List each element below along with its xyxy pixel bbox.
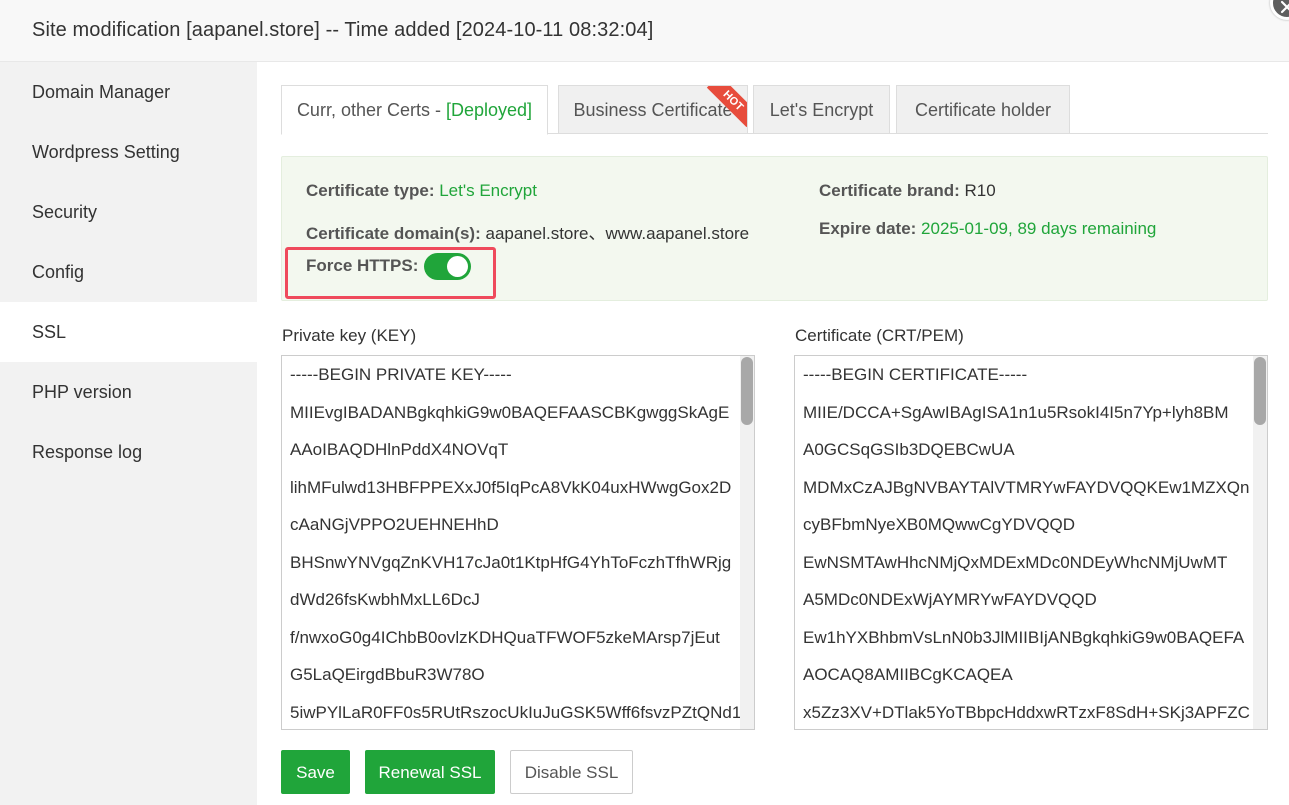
key-line: lihMFulwd13HBFPPEXxJ0f5IqPcA8VkK04uxHWwg…: [290, 477, 732, 497]
crt-line: A5MDc0NDExWjAYMRYwFAYDVQQD: [803, 590, 1097, 609]
certificate-textarea[interactable]: -----BEGIN CERTIFICATE----- MIIE/DCCA+Sg…: [794, 355, 1268, 730]
crt-line: -----BEGIN CERTIFICATE-----: [803, 365, 1028, 384]
key-line: f/nwxoG0g4IChbB0ovlzKDHQuaTFWOF5zkeMArsp…: [290, 627, 720, 647]
crt-line: Ew1hYXBhbmVsLnN0b3JlMIIBIjANBgkqhkiG9w0B…: [803, 627, 1245, 647]
certificate-brand: Certificate brand: R10: [819, 181, 996, 201]
key-line: -----BEGIN PRIVATE KEY-----: [290, 365, 512, 384]
sidebar-item-config[interactable]: Config: [0, 242, 257, 302]
private-key-textarea[interactable]: -----BEGIN PRIVATE KEY----- MIIEvgIBADAN…: [281, 355, 755, 730]
key-line: AAoIBAQDHlnPddX4NOVqT: [290, 440, 509, 459]
site-modification-dialog: Site modification [aapanel.store] -- Tim…: [0, 0, 1289, 805]
crt-line: AOCAQ8AMIIBCgKCAQEA: [803, 665, 1013, 684]
expire-date-value: 2025-01-09, 89 days remaining: [921, 219, 1157, 238]
certificate-label: Certificate (CRT/PEM): [795, 326, 964, 345]
key-line: BHSnwYNVgqZnKVH17cJa0t1KtpHfG4YhToFczhTf…: [290, 552, 732, 572]
key-line: dWd26fsKwbhMxLL6DcJ: [290, 590, 480, 609]
key-scrollbar-thumb[interactable]: [741, 357, 753, 425]
private-key-label: Private key (KEY): [282, 326, 417, 345]
dialog-titlebar: Site modification [aapanel.store] -- Tim…: [0, 0, 1289, 62]
dialog-title: Site modification [aapanel.store] -- Tim…: [32, 19, 654, 41]
expire-date-label: Expire date:: [819, 219, 917, 238]
crt-line: x5Zz3XV+DTlak5YoTBbpcHddxwRTzxF8SdH+SKj3…: [803, 702, 1250, 722]
certificate-brand-value: R10: [964, 181, 996, 200]
tab-lets-encrypt[interactable]: Let's Encrypt: [753, 85, 890, 134]
ssl-tabs: Curr, other Certs - [Deployed] Business …: [281, 84, 1268, 135]
sidebar: Domain Manager Wordpress Setting Securit…: [0, 62, 257, 805]
force-https-highlight: [285, 247, 496, 299]
key-line: 5iwPYlLaR0FF0s5RUtRszocUkIuJuGSK5Wff6fsv…: [290, 702, 742, 722]
tab-certificate-holder[interactable]: Certificate holder: [896, 85, 1070, 134]
sidebar-item-domain-manager[interactable]: Domain Manager: [0, 62, 257, 122]
deployed-status: [Deployed]: [445, 100, 533, 120]
expire-date: Expire date: 2025-01-09, 89 days remaini…: [819, 219, 1156, 239]
save-button[interactable]: Save: [281, 750, 350, 794]
key-scrollbar[interactable]: [740, 356, 754, 729]
sidebar-item-wordpress-setting[interactable]: Wordpress Setting: [0, 122, 257, 182]
sidebar-item-security[interactable]: Security: [0, 182, 257, 242]
tab-current-certs[interactable]: Curr, other Certs - [Deployed]: [281, 85, 548, 135]
certificate-brand-label: Certificate brand:: [819, 181, 960, 200]
crt-scrollbar[interactable]: [1253, 356, 1267, 729]
certificate-type-label: Certificate type:: [306, 181, 435, 200]
crt-line: EwNSMTAwHhcNMjQxMDExMDc0NDEyWhcNMjUwMT: [803, 552, 1228, 572]
crt-line: MIIE/DCCA+SgAwIBAgISA1n1u5RsokI4I5n7Yp+l…: [803, 402, 1229, 422]
sidebar-item-php-version[interactable]: PHP version: [0, 362, 257, 422]
certificate-type: Certificate type: Let's Encrypt: [306, 181, 537, 201]
renewal-ssl-button[interactable]: Renewal SSL: [365, 750, 495, 794]
sidebar-item-ssl[interactable]: SSL: [0, 302, 257, 362]
key-line: cAaNGjVPPO2UEHNEHhD: [290, 515, 499, 534]
crt-scrollbar-thumb[interactable]: [1254, 357, 1266, 425]
crt-line: cyBFbmNyeXB0MQwwCgYDVQQD: [803, 515, 1076, 534]
crt-line: MDMxCzAJBgNVBAYTAlVTMRYwFAYDVQQKEw1MZXQn: [803, 477, 1250, 497]
disable-ssl-button[interactable]: Disable SSL: [510, 750, 633, 794]
key-line: MIIEvgIBADANBgkqhkiG9w0BAQEFAASCBKgwggSk…: [290, 402, 730, 422]
tab-business-certificate-label: Business Certificate: [573, 100, 733, 120]
certificate-domains: Certificate domain(s): aapanel.store、www…: [306, 219, 749, 244]
crt-line: A0GCSqGSIb3DQEBCwUA: [803, 440, 1015, 459]
certificate-domains-value: aapanel.store、www.aapanel.store: [485, 224, 750, 243]
certificate-type-value: Let's Encrypt: [439, 181, 537, 200]
tab-current-certs-label: Curr, other Certs -: [296, 100, 446, 120]
sidebar-item-response-log[interactable]: Response log: [0, 422, 257, 482]
tab-business-certificate[interactable]: Business Certificate HOT: [558, 85, 748, 134]
certificate-domains-label: Certificate domain(s):: [306, 224, 481, 243]
key-line: G5LaQEirgdBbuR3W78O: [290, 665, 485, 684]
